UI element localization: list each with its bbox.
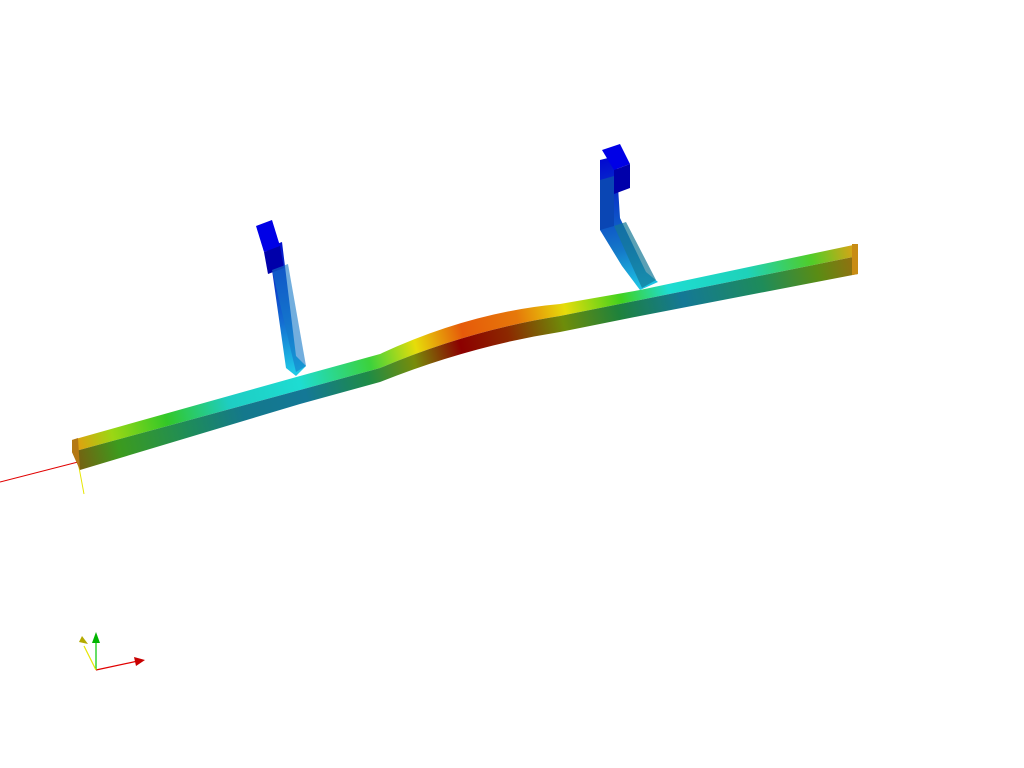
arrow-z-icon: [79, 636, 88, 644]
orientation-axes-widget[interactable]: [79, 632, 145, 671]
beam-right-end-cap: [852, 244, 858, 275]
left-support: [256, 220, 306, 376]
render-viewport[interactable]: [0, 0, 1024, 768]
arrow-y-icon: [92, 632, 100, 643]
origin-x-axis-line: [0, 461, 79, 483]
beam-side-face: [72, 256, 858, 470]
right-support: [600, 144, 658, 290]
axis-x-line: [95, 660, 139, 671]
axis-z-line: [83, 645, 97, 671]
arrow-x-icon: [134, 657, 145, 666]
scene-canvas: [0, 144, 858, 671]
